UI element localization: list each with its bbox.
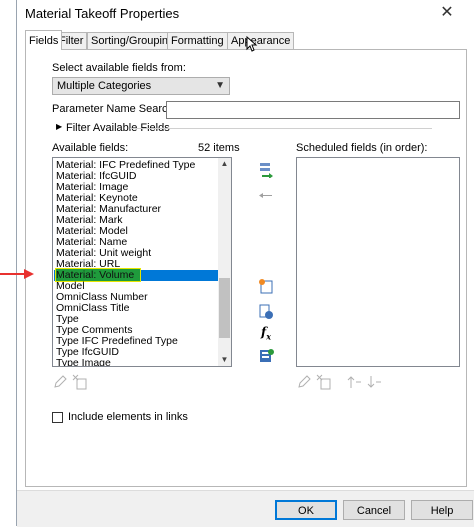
scroll-down-icon[interactable]: ▼: [218, 354, 231, 366]
delete-parameter-icon: [316, 374, 331, 390]
tab-fields[interactable]: Fields: [25, 30, 63, 50]
move-down-icon: [367, 376, 381, 388]
param-search-input[interactable]: [166, 101, 460, 119]
dialog-footer: OK Cancel Help: [17, 490, 474, 527]
category-dropdown[interactable]: Multiple Categories ▼: [52, 77, 230, 95]
scroll-up-icon[interactable]: ▲: [218, 158, 231, 170]
dialog-title: Material Takeoff Properties: [25, 6, 180, 21]
cancel-button[interactable]: Cancel: [343, 500, 405, 520]
combine-parameters-icon[interactable]: [258, 348, 274, 364]
calculated-value-icon[interactable]: fx: [258, 324, 274, 341]
select-fields-label: Select available fields from:: [52, 62, 186, 74]
fields-panel: Select available fields from: Multiple C…: [25, 49, 467, 487]
list-scrollbar[interactable]: ▲ ▼: [218, 158, 231, 366]
move-up-icon: [347, 376, 361, 388]
available-fields-label: Available fields:: [52, 142, 129, 154]
list-item[interactable]: Type Image: [54, 358, 224, 367]
scroll-thumb[interactable]: [219, 278, 230, 338]
help-button[interactable]: Help: [411, 500, 473, 520]
scheduled-fields-list[interactable]: [296, 157, 460, 367]
add-parameter-icon[interactable]: [258, 162, 274, 178]
chevron-down-icon: ▼: [215, 80, 225, 91]
cursor-icon: [246, 36, 258, 52]
new-parameter-icon[interactable]: [258, 278, 274, 294]
close-icon[interactable]: ✕: [433, 2, 461, 24]
include-links-checkbox[interactable]: [52, 412, 63, 423]
title-bar[interactable]: Material Takeoff Properties ✕: [17, 0, 474, 28]
expand-triangle-icon: ▶: [56, 122, 63, 131]
scheduled-fields-label: Scheduled fields (in order):: [296, 142, 428, 154]
edit-parameter-icon[interactable]: [258, 304, 274, 320]
delete-parameter-icon: [72, 374, 87, 390]
annotation-arrow-icon: [0, 269, 34, 279]
category-value: Multiple Categories: [57, 80, 152, 92]
edit-pencil-icon: [54, 375, 67, 388]
remove-parameter-icon[interactable]: [258, 187, 274, 203]
dialog-window: Material Takeoff Properties ✕ Fields Fil…: [16, 0, 474, 527]
ok-button[interactable]: OK: [275, 500, 337, 520]
tab-formatting[interactable]: Formatting: [167, 32, 228, 49]
divider: [130, 128, 432, 129]
edit-pencil-icon: [298, 375, 311, 388]
include-links-label: Include elements in links: [68, 411, 188, 423]
tab-sorting-grouping[interactable]: Sorting/Grouping: [87, 32, 179, 49]
list-item[interactable]: OmniClass Title: [54, 303, 224, 314]
available-count: 52 items: [198, 142, 240, 154]
param-search-label: Parameter Name Search:: [52, 103, 177, 115]
available-fields-list[interactable]: Material: IFC Predefined Type Material: …: [52, 157, 232, 367]
tab-appearance[interactable]: Appearance: [227, 32, 295, 49]
